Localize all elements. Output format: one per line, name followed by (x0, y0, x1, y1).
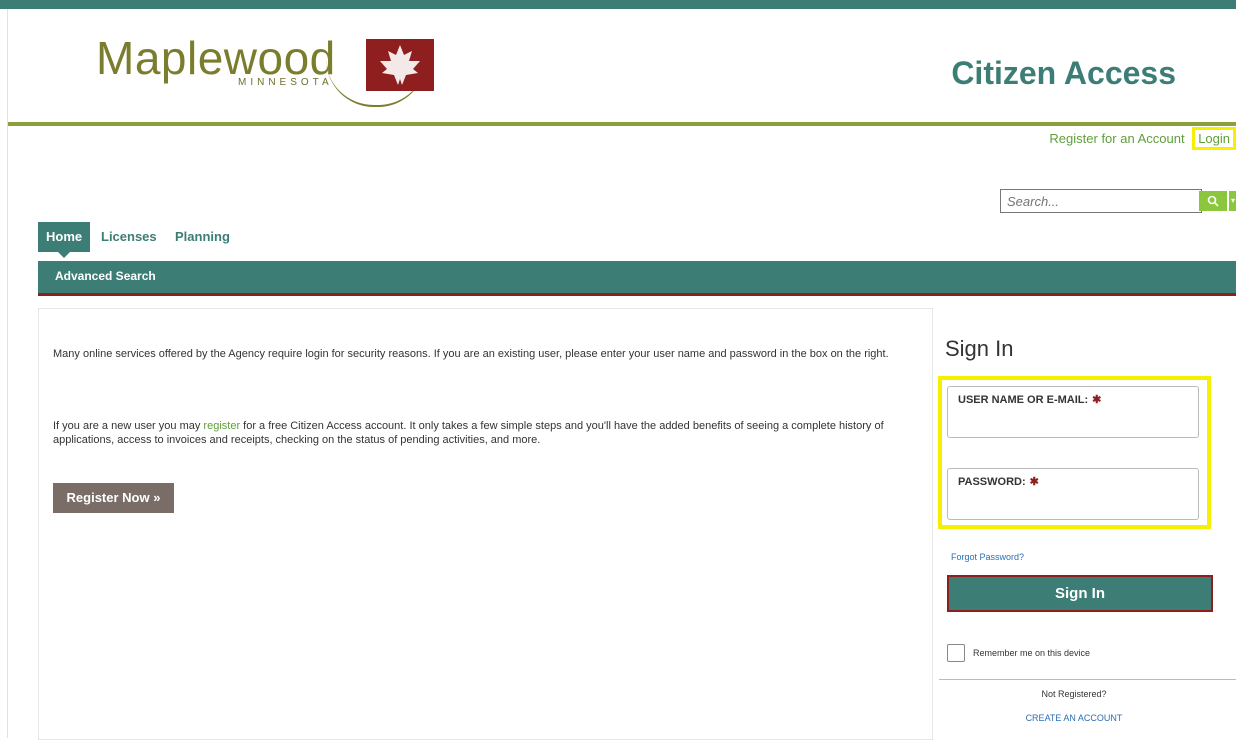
create-account-link[interactable]: CREATE AN ACCOUNT (933, 713, 1215, 723)
username-field[interactable]: USER NAME OR E-MAIL: ✱ (947, 386, 1199, 438)
remember-me-checkbox[interactable] (947, 644, 965, 662)
username-label-text: USER NAME OR E-MAIL: (958, 394, 1089, 406)
app-title: Citizen Access (951, 55, 1176, 91)
chevron-down-icon: ▾ (1230, 196, 1235, 205)
password-label-text: PASSWORD: (958, 476, 1026, 488)
new-user-text-start: If you are a new user you may (53, 420, 204, 432)
register-inline-link[interactable]: register (203, 420, 240, 432)
sign-in-panel: Sign In USER NAME OR E-MAIL: ✱ PASSWORD: ✱… (933, 308, 1236, 738)
subnav-bar: Advanced Search (38, 261, 1236, 296)
top-accent-bar (0, 0, 1236, 9)
maple-leaf-logo-icon (366, 39, 434, 91)
register-now-button[interactable]: Register Now » (53, 483, 174, 513)
register-account-link[interactable]: Register for an Account (1049, 131, 1184, 146)
username-label: USER NAME OR E-MAIL: ✱ (958, 393, 1101, 406)
search-icon (1207, 195, 1219, 207)
search-box: ▾ (1000, 189, 1236, 213)
tab-planning[interactable]: Planning (175, 222, 230, 252)
main-content: Many online services offered by the Agen… (38, 308, 933, 740)
header-divider (8, 122, 1236, 126)
new-user-text: If you are a new user you may register f… (53, 419, 923, 447)
remember-me-label: Remember me on this device (973, 648, 1091, 658)
password-field[interactable]: PASSWORD: ✱ (947, 468, 1199, 520)
search-options-dropdown[interactable]: ▾ (1228, 191, 1236, 211)
sign-in-title: Sign In (945, 336, 1014, 361)
not-registered-text: Not Registered? (1041, 689, 1107, 699)
search-input[interactable] (1000, 189, 1202, 213)
left-edge (0, 9, 8, 738)
tab-home[interactable]: Home (38, 222, 91, 258)
required-icon: ✱ (1029, 476, 1039, 488)
login-info-text: Many online services offered by the Agen… (53, 348, 889, 360)
login-link[interactable]: Login (1192, 127, 1236, 150)
logo-subtitle: MINNESOTA (238, 77, 333, 88)
search-button[interactable] (1199, 191, 1227, 211)
advanced-search-link[interactable]: Advanced Search (55, 269, 156, 283)
forgot-password-link[interactable]: Forgot Password? (951, 552, 1024, 562)
site-header: Maplewood MINNESOTA Citizen Access (8, 9, 1236, 122)
password-label: PASSWORD: ✱ (958, 475, 1039, 488)
required-icon: ✱ (1092, 394, 1102, 406)
tab-licenses[interactable]: Licenses (101, 222, 157, 252)
utility-links: Register for an Account Login (1049, 127, 1236, 150)
sign-in-button[interactable]: Sign In (947, 575, 1213, 612)
panel-divider (939, 679, 1236, 680)
